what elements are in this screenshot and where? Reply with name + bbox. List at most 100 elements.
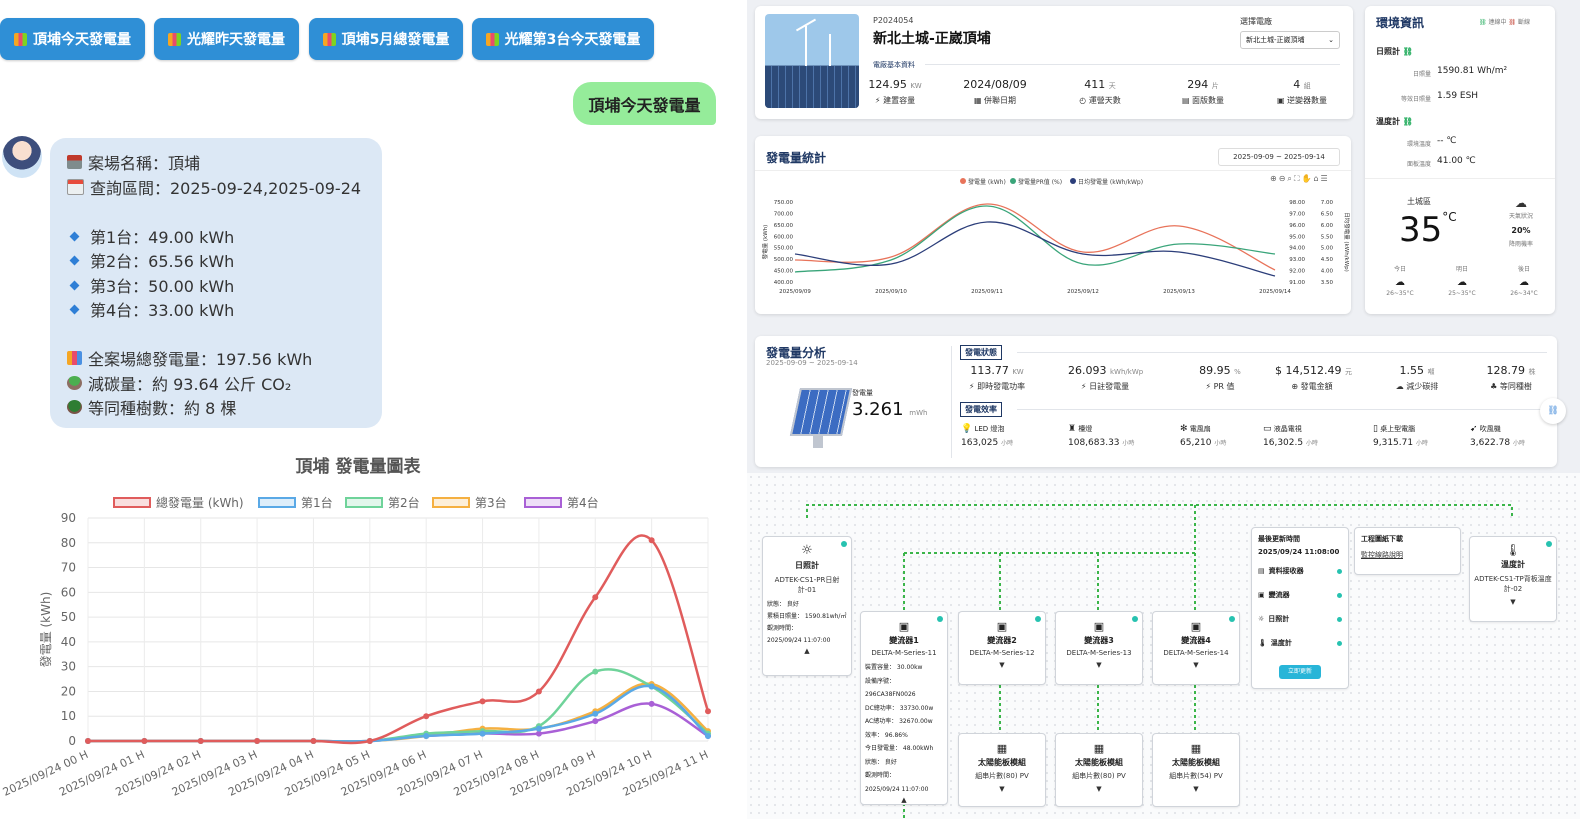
data-point — [423, 733, 430, 740]
inverter-node[interactable]: ▣ 變流器4 DELTA-M-Series-14 ▼ — [1152, 611, 1240, 685]
y-tick-label: 60 — [61, 585, 76, 599]
irradiance-node[interactable]: ☼ 日照計 ADTEK-CS1-PR日射計-01 狀態： 良好 累積日照量： 1… — [762, 536, 852, 676]
rain-label: 降雨機率 — [1508, 241, 1533, 248]
y3-tick-label: 5.50 — [1321, 234, 1334, 240]
update-item: ☼ 日照計 — [1258, 614, 1342, 624]
quick-button-1[interactable]: 頂埔今天發電量 — [0, 18, 145, 60]
bar-chart-icon — [67, 351, 82, 365]
site-photo — [765, 14, 859, 108]
expand-icon[interactable]: ▼ — [1056, 785, 1142, 793]
data-point — [592, 710, 599, 717]
y-tick-label: 450.00 — [774, 269, 794, 275]
range-line: 查詢區間：2025-09-24,2025-09-24 — [67, 175, 361, 199]
calendar-icon: ▦ — [973, 96, 982, 105]
wiring-doc-link[interactable]: 監控線路說明 — [1355, 544, 1460, 560]
inverter-icon: ▣ — [996, 620, 1008, 633]
stats-title: 發電量統計 — [766, 151, 827, 165]
tree-icon: ♣ — [1490, 382, 1498, 391]
y2-tick-label: 95.00 — [1289, 234, 1305, 240]
y3-tick-label: 7.00 — [1321, 200, 1334, 206]
data-point — [648, 537, 655, 544]
pv-module-node[interactable]: ▦ 太陽能板模組 組串片數(80) PV ▼ — [958, 733, 1046, 807]
series-line — [88, 534, 710, 745]
broken-link-icon: ⛓ — [1508, 19, 1517, 26]
stats-date-range[interactable]: 2025-09-09 ~ 2025-09-14 — [1218, 148, 1340, 166]
expand-icon[interactable]: ▼ — [1056, 661, 1142, 669]
series-line — [794, 205, 1276, 273]
y-tick-label: 500.00 — [774, 257, 794, 263]
quick-button-2[interactable]: 光耀昨天發電量 — [154, 18, 299, 60]
diamond-bullet-icon — [69, 231, 80, 241]
solar-panel-icon — [789, 388, 853, 436]
y-tick-label: 80 — [61, 536, 76, 550]
inverter-node[interactable]: ▣ 變流器1 DELTA-M-Series-11 裝置容量： 30.00kw 設備序… — [860, 611, 948, 805]
expand-icon[interactable]: ▼ — [1153, 785, 1239, 793]
data-point — [592, 594, 599, 601]
update-item: ▣ 變流器 — [1258, 590, 1342, 600]
forecast-day: 明日 ☁ 25~35°C — [1448, 266, 1476, 297]
environment-card: 環境資訊 ⛓ 連線中 ⛓ 斷線 日照計 ⛓ 日照量 1590.81 Wh/m² … — [1365, 6, 1555, 314]
bolt-icon: ⚡ — [1205, 382, 1212, 391]
temp-title: 溫度計 ⛓ — [1376, 117, 1413, 126]
quick-button-4[interactable]: 光耀第3台今天發電量 — [472, 18, 654, 60]
legend-label[interactable]: 發電量 (kWh) — [968, 178, 1006, 186]
status-dot — [1337, 616, 1342, 622]
expand-icon[interactable]: ▼ — [1153, 661, 1239, 669]
refresh-button[interactable]: 立即更新 — [1279, 665, 1321, 679]
ambient-value: -- ℃ — [1437, 136, 1457, 146]
grid — [87, 517, 709, 742]
legend-dot — [960, 178, 966, 184]
desktop-icon: ▯ — [1373, 424, 1378, 434]
collapse-icon[interactable]: ▲ — [763, 647, 851, 655]
rain-value: 20% — [1511, 226, 1531, 235]
series-line — [88, 702, 709, 743]
status-stat: $ 14,512.49 元 ⊕ 發電金額 — [1275, 364, 1352, 391]
unit-line-1: 第1台：49.00 kWh — [67, 224, 234, 248]
y-axis-label: 發電量 (kWh) — [38, 592, 53, 668]
data-point — [648, 700, 655, 707]
y3-tick-label: 4.00 — [1321, 269, 1334, 275]
inverter-node[interactable]: ▣ 變流器3 DELTA-M-Series-13 ▼ — [1055, 611, 1143, 685]
legend-label[interactable]: 日均發電量 (kWh/kWp) — [1078, 178, 1143, 186]
pv-module-node[interactable]: ▦ 太陽能板模組 組串片數(54) PV ▼ — [1152, 733, 1240, 807]
side-toggle-button[interactable]: ⛓ — [1540, 398, 1566, 424]
data-point — [535, 725, 542, 732]
y2-tick-label: 98.00 — [1289, 200, 1305, 206]
efficiency-stat: ▯ 桌上型電腦 9,315.71 小時 — [1373, 424, 1428, 448]
diamond-bullet-icon — [69, 255, 80, 265]
status-dot — [1337, 568, 1342, 574]
temperature-node[interactable]: 🌡 溫度計 ADTEK-CS1-TP背板溫度計-02 ▼ — [1469, 536, 1557, 622]
site-section-label: 電廠基本資料 — [873, 61, 915, 69]
expand-icon[interactable]: ▼ — [1470, 598, 1556, 606]
y3-tick-label: 5.00 — [1321, 246, 1334, 252]
site-select[interactable]: 新北土城-正崴頂埔 ⌄ — [1240, 31, 1340, 49]
solar-panel-icon: ▦ — [1190, 742, 1202, 755]
money-icon: ⊕ — [1291, 382, 1299, 391]
desk-lamp-icon: ♜ — [1068, 424, 1077, 434]
x-tick-label: 2025/09/12 — [1067, 289, 1099, 295]
legend-label[interactable]: 發電量PR值 (%) — [1018, 178, 1062, 186]
unit-line-2: 第2台：65.56 kWh — [67, 248, 234, 272]
pv-module-node[interactable]: ▦ 太陽能板模組 組串片數(80) PV ▼ — [1055, 733, 1143, 807]
thermometer-icon: 🌡 — [1505, 543, 1521, 557]
inverter-icon: ▣ — [898, 620, 910, 633]
chart-title: 頂埔 發電量圖表 — [295, 457, 421, 477]
expand-icon[interactable]: ▼ — [959, 785, 1045, 793]
update-item: ▤ 資料接收器 — [1258, 566, 1342, 576]
left-axis-label: 發電量 (kWh) — [761, 225, 769, 260]
gen-value: 3.261 mWh — [852, 399, 928, 420]
unit-line-4: 第4台：33.00 kWh — [67, 297, 234, 321]
inverter-node[interactable]: ▣ 變流器2 DELTA-M-Series-12 ▼ — [958, 611, 1046, 685]
site-stat: 2024/08/09 ▦ 併聯日期 — [963, 78, 1027, 105]
generation-analysis-card: 發電量分析 2025-09-09 ~ 2025-09-14 發電量 3.261 … — [755, 336, 1557, 467]
cloud-icon: ☁ — [1395, 277, 1405, 288]
collapse-icon[interactable]: ▲ — [861, 796, 947, 804]
bolt-icon: ⚡ — [968, 382, 975, 391]
status-dot — [1337, 592, 1342, 598]
data-point — [366, 738, 373, 744]
expand-icon[interactable]: ▼ — [959, 661, 1045, 669]
x-tick-label: 2025/09/14 — [1259, 289, 1291, 295]
data-point — [592, 668, 599, 675]
quick-button-3[interactable]: 頂埔5月總發電量 — [309, 18, 463, 60]
y3-tick-label: 6.00 — [1321, 223, 1334, 229]
